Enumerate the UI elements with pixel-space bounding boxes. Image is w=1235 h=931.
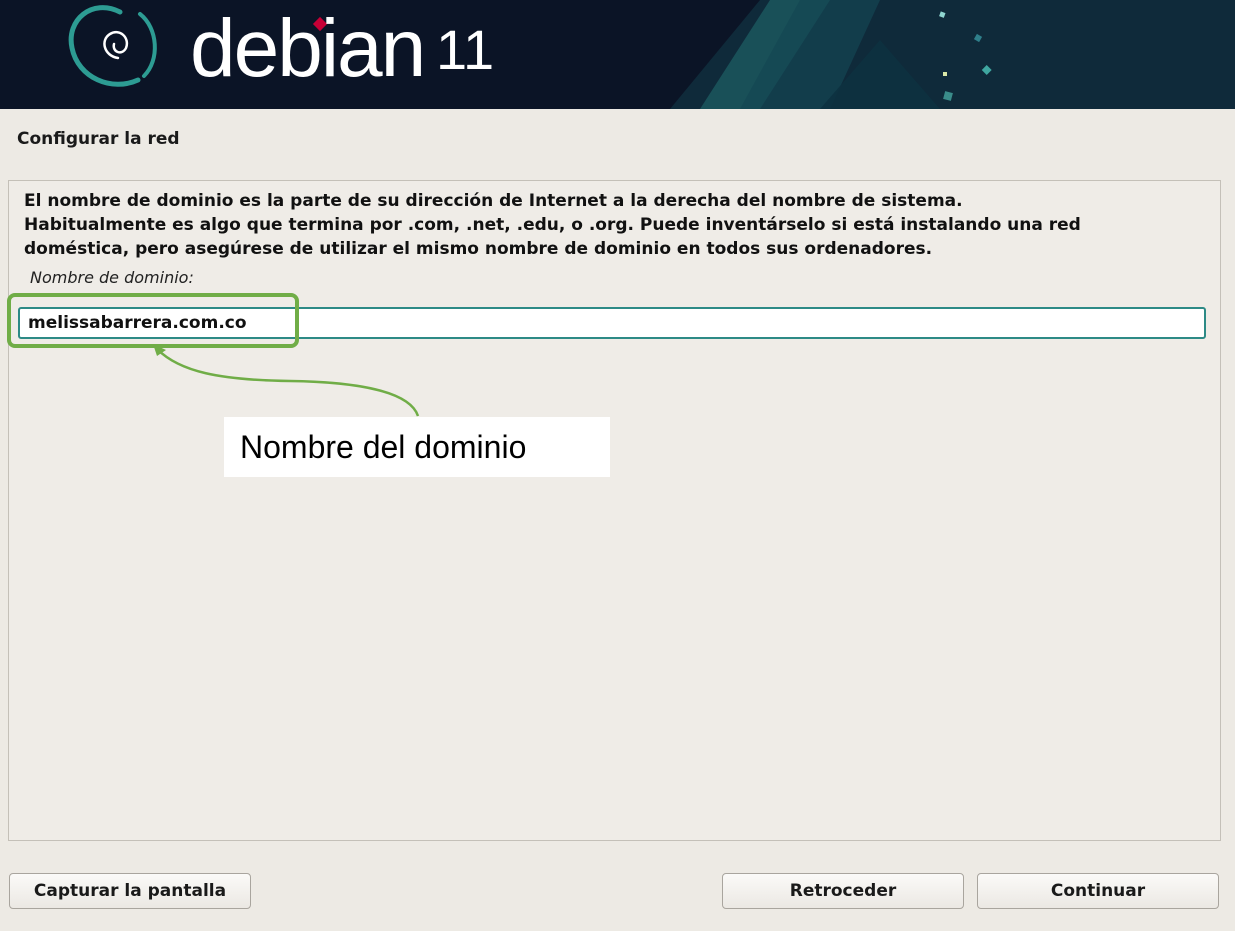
domain-name-input[interactable] bbox=[18, 307, 1206, 339]
debian-version: 11 bbox=[436, 18, 495, 81]
banner-background bbox=[670, 0, 1235, 109]
debian-logo-text: debian bbox=[190, 3, 426, 94]
debian-swirl-icon bbox=[68, 5, 157, 87]
domain-field-label: Nombre de dominio: bbox=[30, 268, 194, 287]
domain-description: El nombre de dominio es la parte de su d… bbox=[24, 191, 1081, 259]
annotation-callout: Nombre del dominio bbox=[224, 417, 610, 477]
page-title: Configurar la red bbox=[17, 129, 180, 149]
continue-button[interactable]: Continuar bbox=[977, 873, 1219, 909]
annotation-callout-text: Nombre del dominio bbox=[240, 429, 527, 465]
installer-banner: debian 11 bbox=[0, 0, 1235, 109]
capture-screen-button[interactable]: Capturar la pantalla bbox=[9, 873, 251, 909]
back-button[interactable]: Retroceder bbox=[722, 873, 964, 909]
